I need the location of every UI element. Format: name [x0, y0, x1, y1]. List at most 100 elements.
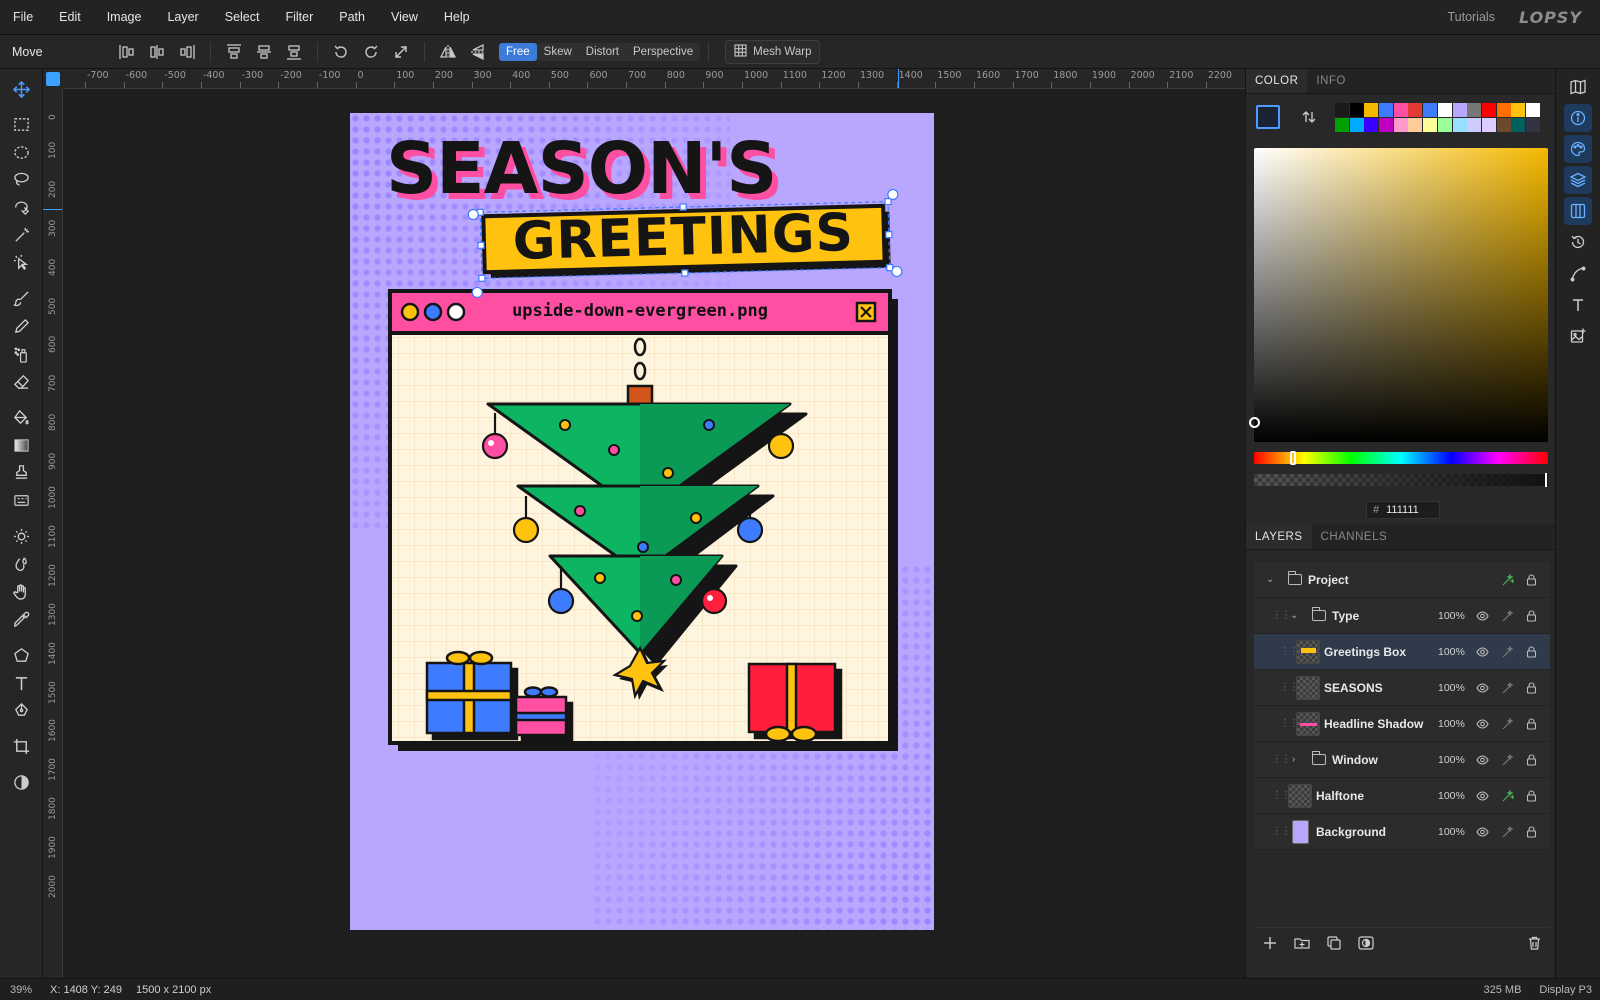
- palette-swatch[interactable]: [1452, 118, 1467, 132]
- palette-swatch[interactable]: [1364, 118, 1379, 132]
- palette-swatch[interactable]: [1335, 103, 1349, 117]
- layer-opacity[interactable]: 100%: [1438, 682, 1465, 694]
- palette-icon[interactable]: [1564, 135, 1592, 163]
- pen-tool-icon[interactable]: [6, 696, 37, 724]
- layer-opacity[interactable]: 100%: [1438, 610, 1465, 622]
- effects-icon[interactable]: [1502, 573, 1514, 586]
- align-right-icon[interactable]: [172, 39, 202, 65]
- rotate-ccw-icon[interactable]: [326, 39, 356, 65]
- ruler-origin-marker[interactable]: [46, 72, 60, 86]
- ellipse-select-tool-icon[interactable]: [6, 138, 37, 166]
- history-icon[interactable]: [1564, 228, 1592, 256]
- effects-icon[interactable]: [1502, 609, 1514, 622]
- lock-icon[interactable]: [1526, 645, 1537, 658]
- object-select-tool-icon[interactable]: [6, 248, 37, 276]
- expand-icon[interactable]: [386, 39, 416, 65]
- greetings-text[interactable]: GREETINGS: [512, 203, 855, 272]
- eye-icon[interactable]: [1476, 826, 1489, 837]
- brush-tool-icon[interactable]: [6, 284, 37, 312]
- menu-help[interactable]: Help: [431, 0, 483, 35]
- magnetic-lasso-tool-icon[interactable]: [6, 193, 37, 221]
- horizontal-ruler[interactable]: -700 -600 -500 -400 -300 -200 -100 0 100 200 300 40…: [63, 69, 1245, 89]
- menu-image[interactable]: Image: [94, 0, 155, 35]
- eyedropper-tool-icon[interactable]: [6, 605, 37, 633]
- palette-swatch[interactable]: [1496, 118, 1511, 132]
- spray-tool-icon[interactable]: [6, 340, 37, 368]
- layer-row-background[interactable]: ⋮⋮ Background 100%: [1254, 814, 1550, 850]
- crop-tool-icon[interactable]: [6, 732, 37, 760]
- layer-opacity[interactable]: 100%: [1438, 754, 1465, 766]
- image-add-icon[interactable]: [1564, 322, 1592, 350]
- drag-handle-icon[interactable]: ⋮⋮: [1280, 718, 1299, 729]
- chevron-down-icon[interactable]: ⌄: [1290, 610, 1298, 621]
- foreground-color-swatch[interactable]: [1256, 105, 1280, 129]
- tab-color[interactable]: COLOR: [1246, 69, 1308, 93]
- vertical-ruler[interactable]: 0 100 200 300 400 500 600 700 800 900 1000 1100 1200…: [43, 89, 63, 978]
- mode-perspective-button[interactable]: Perspective: [626, 43, 700, 61]
- paint-bucket-tool-icon[interactable]: [6, 403, 37, 431]
- layer-row-greetings-box[interactable]: ⋮⋮ Greetings Box 100%: [1254, 634, 1550, 670]
- palette-swatch[interactable]: [1481, 118, 1496, 132]
- hue-slider[interactable]: [1254, 451, 1548, 465]
- palette-swatch[interactable]: [1423, 103, 1438, 117]
- tab-channels[interactable]: CHANNELS: [1312, 524, 1397, 549]
- trash-icon[interactable]: [1518, 928, 1550, 958]
- map-icon[interactable]: [1564, 73, 1592, 101]
- stamp-tool-icon[interactable]: [6, 458, 37, 486]
- dodge-tool-icon[interactable]: [6, 522, 37, 550]
- lasso-tool-icon[interactable]: [6, 165, 37, 193]
- layer-row-halftone[interactable]: ⋮⋮ Halftone 100%: [1254, 778, 1550, 814]
- palette-swatch[interactable]: [1525, 103, 1540, 117]
- palette-swatch[interactable]: [1379, 118, 1394, 132]
- menu-file[interactable]: File: [0, 0, 46, 35]
- layer-opacity[interactable]: 100%: [1438, 826, 1465, 838]
- mesh-warp-button[interactable]: Mesh Warp: [725, 39, 821, 64]
- menu-edit[interactable]: Edit: [46, 0, 94, 35]
- drag-handle-icon[interactable]: ⋮⋮: [1272, 826, 1291, 837]
- eye-icon[interactable]: [1476, 790, 1489, 801]
- lock-icon[interactable]: [1526, 789, 1537, 802]
- layer-row-seasons[interactable]: ⋮⋮ SEASONS 100%: [1254, 670, 1550, 706]
- add-layer-icon[interactable]: [1254, 928, 1286, 958]
- palette-swatch[interactable]: [1349, 103, 1364, 117]
- eye-icon[interactable]: [1476, 610, 1489, 621]
- swap-colors-icon[interactable]: [1302, 110, 1316, 127]
- tab-layers[interactable]: LAYERS: [1246, 524, 1312, 549]
- eye-icon[interactable]: [1476, 682, 1489, 693]
- palette-swatch[interactable]: [1423, 118, 1438, 132]
- palette-swatch[interactable]: [1511, 103, 1526, 117]
- hex-input[interactable]: #111111: [1366, 501, 1440, 519]
- palette-swatch[interactable]: [1511, 118, 1526, 132]
- palette-swatch[interactable]: [1525, 118, 1540, 132]
- lock-icon[interactable]: [1526, 825, 1537, 838]
- eye-icon[interactable]: [1476, 718, 1489, 729]
- flip-horizontal-icon[interactable]: [433, 39, 463, 65]
- pencil-tool-icon[interactable]: [6, 312, 37, 340]
- drag-handle-icon[interactable]: ⋮⋮: [1272, 610, 1291, 621]
- palette-swatch[interactable]: [1467, 118, 1482, 132]
- chevron-right-icon[interactable]: ›: [1292, 754, 1295, 765]
- align-bottom-icon[interactable]: [279, 39, 309, 65]
- menu-layer[interactable]: Layer: [154, 0, 211, 35]
- drag-handle-icon[interactable]: ⋮⋮: [1280, 682, 1299, 693]
- drag-handle-icon[interactable]: ⋮⋮: [1272, 790, 1291, 801]
- saturation-value-picker[interactable]: [1249, 148, 1548, 442]
- artboard[interactable]: SEASON'S SEASON'S GREETINGS upside-down-…: [350, 113, 934, 930]
- contrast-mode-icon[interactable]: [6, 768, 37, 796]
- alpha-slider[interactable]: [1254, 473, 1548, 487]
- palette-swatch[interactable]: [1408, 103, 1423, 117]
- mode-skew-button[interactable]: Skew: [537, 43, 579, 61]
- drag-handle-icon[interactable]: ⋮⋮: [1272, 754, 1291, 765]
- mode-free-button[interactable]: Free: [499, 42, 537, 61]
- menu-select[interactable]: Select: [212, 0, 273, 35]
- layer-opacity[interactable]: 100%: [1438, 790, 1465, 802]
- menu-filter[interactable]: Filter: [272, 0, 326, 35]
- effects-icon[interactable]: [1502, 645, 1514, 658]
- align-middle-v-icon[interactable]: [249, 39, 279, 65]
- lock-icon[interactable]: [1526, 573, 1537, 586]
- curve-icon[interactable]: [1564, 260, 1592, 288]
- effects-icon[interactable]: [1502, 825, 1514, 838]
- align-top-icon[interactable]: [219, 39, 249, 65]
- mode-distort-button[interactable]: Distort: [579, 43, 626, 61]
- lock-icon[interactable]: [1526, 681, 1537, 694]
